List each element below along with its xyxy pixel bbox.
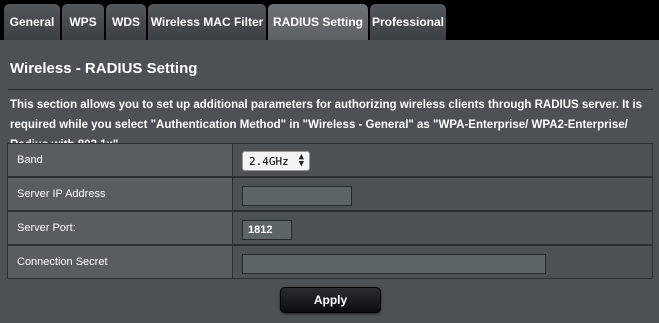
tab-bar: General WPS WDS Wireless MAC Filter RADI… (0, 0, 659, 40)
band-select[interactable]: 2.4GHz ▲ ▼ (242, 151, 310, 171)
connection-secret-label: Connection Secret (7, 245, 233, 279)
server-port-row: Server Port: 1812 (7, 211, 653, 245)
tab-professional[interactable]: Professional (370, 4, 446, 40)
connection-secret-input[interactable] (242, 254, 546, 274)
select-arrows-icon: ▲ ▼ (298, 152, 304, 169)
server-ip-row: Server IP Address (7, 177, 653, 211)
page-title: Wireless - RADIUS Setting (10, 60, 198, 77)
apply-button[interactable]: Apply (280, 287, 381, 313)
server-ip-cell (233, 177, 653, 211)
band-value: 2.4GHz (249, 154, 289, 168)
server-port-label: Server Port: (7, 211, 233, 245)
band-cell: 2.4GHz ▲ ▼ (233, 143, 653, 177)
tab-wireless-mac-filter[interactable]: Wireless MAC Filter (148, 4, 266, 40)
connection-secret-row: Connection Secret (7, 245, 653, 279)
tab-radius-setting[interactable]: RADIUS Setting (268, 4, 368, 40)
band-label: Band (7, 143, 233, 177)
band-row: Band 2.4GHz ▲ ▼ (7, 143, 653, 177)
title-divider (8, 89, 653, 90)
tab-wps[interactable]: WPS (62, 4, 104, 40)
server-ip-label: Server IP Address (7, 177, 233, 211)
tab-general[interactable]: General (4, 4, 60, 40)
server-ip-input[interactable] (242, 186, 352, 206)
settings-panel: Wireless - RADIUS Setting This section a… (0, 40, 659, 323)
connection-secret-cell (233, 245, 653, 279)
tab-wds[interactable]: WDS (106, 4, 146, 40)
server-port-input[interactable]: 1812 (242, 220, 292, 240)
server-port-cell: 1812 (233, 211, 653, 245)
